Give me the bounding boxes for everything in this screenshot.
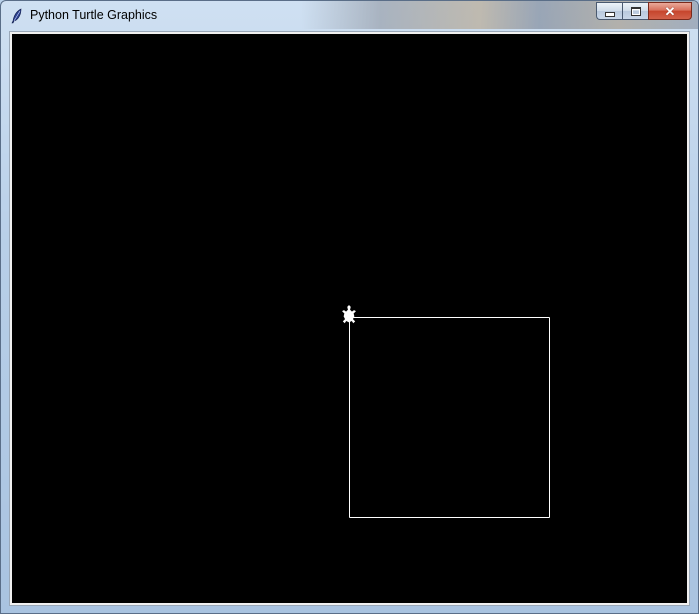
feather-icon (11, 8, 22, 24)
title-bar[interactable]: Python Turtle Graphics ✕ (1, 1, 698, 31)
maximize-button[interactable] (622, 2, 648, 20)
turtle-drawing-surface (12, 34, 687, 603)
maximize-icon (630, 6, 641, 16)
minimize-icon (604, 11, 615, 17)
minimize-button[interactable] (596, 2, 622, 20)
turtle-window: Python Turtle Graphics ✕ (0, 0, 699, 614)
close-icon: ✕ (664, 3, 676, 19)
window-title: Python Turtle Graphics (30, 8, 158, 22)
caption-buttons: ✕ (596, 2, 692, 21)
close-button[interactable]: ✕ (648, 2, 692, 20)
turtle-canvas[interactable] (12, 34, 687, 603)
window-client-area (9, 31, 690, 606)
